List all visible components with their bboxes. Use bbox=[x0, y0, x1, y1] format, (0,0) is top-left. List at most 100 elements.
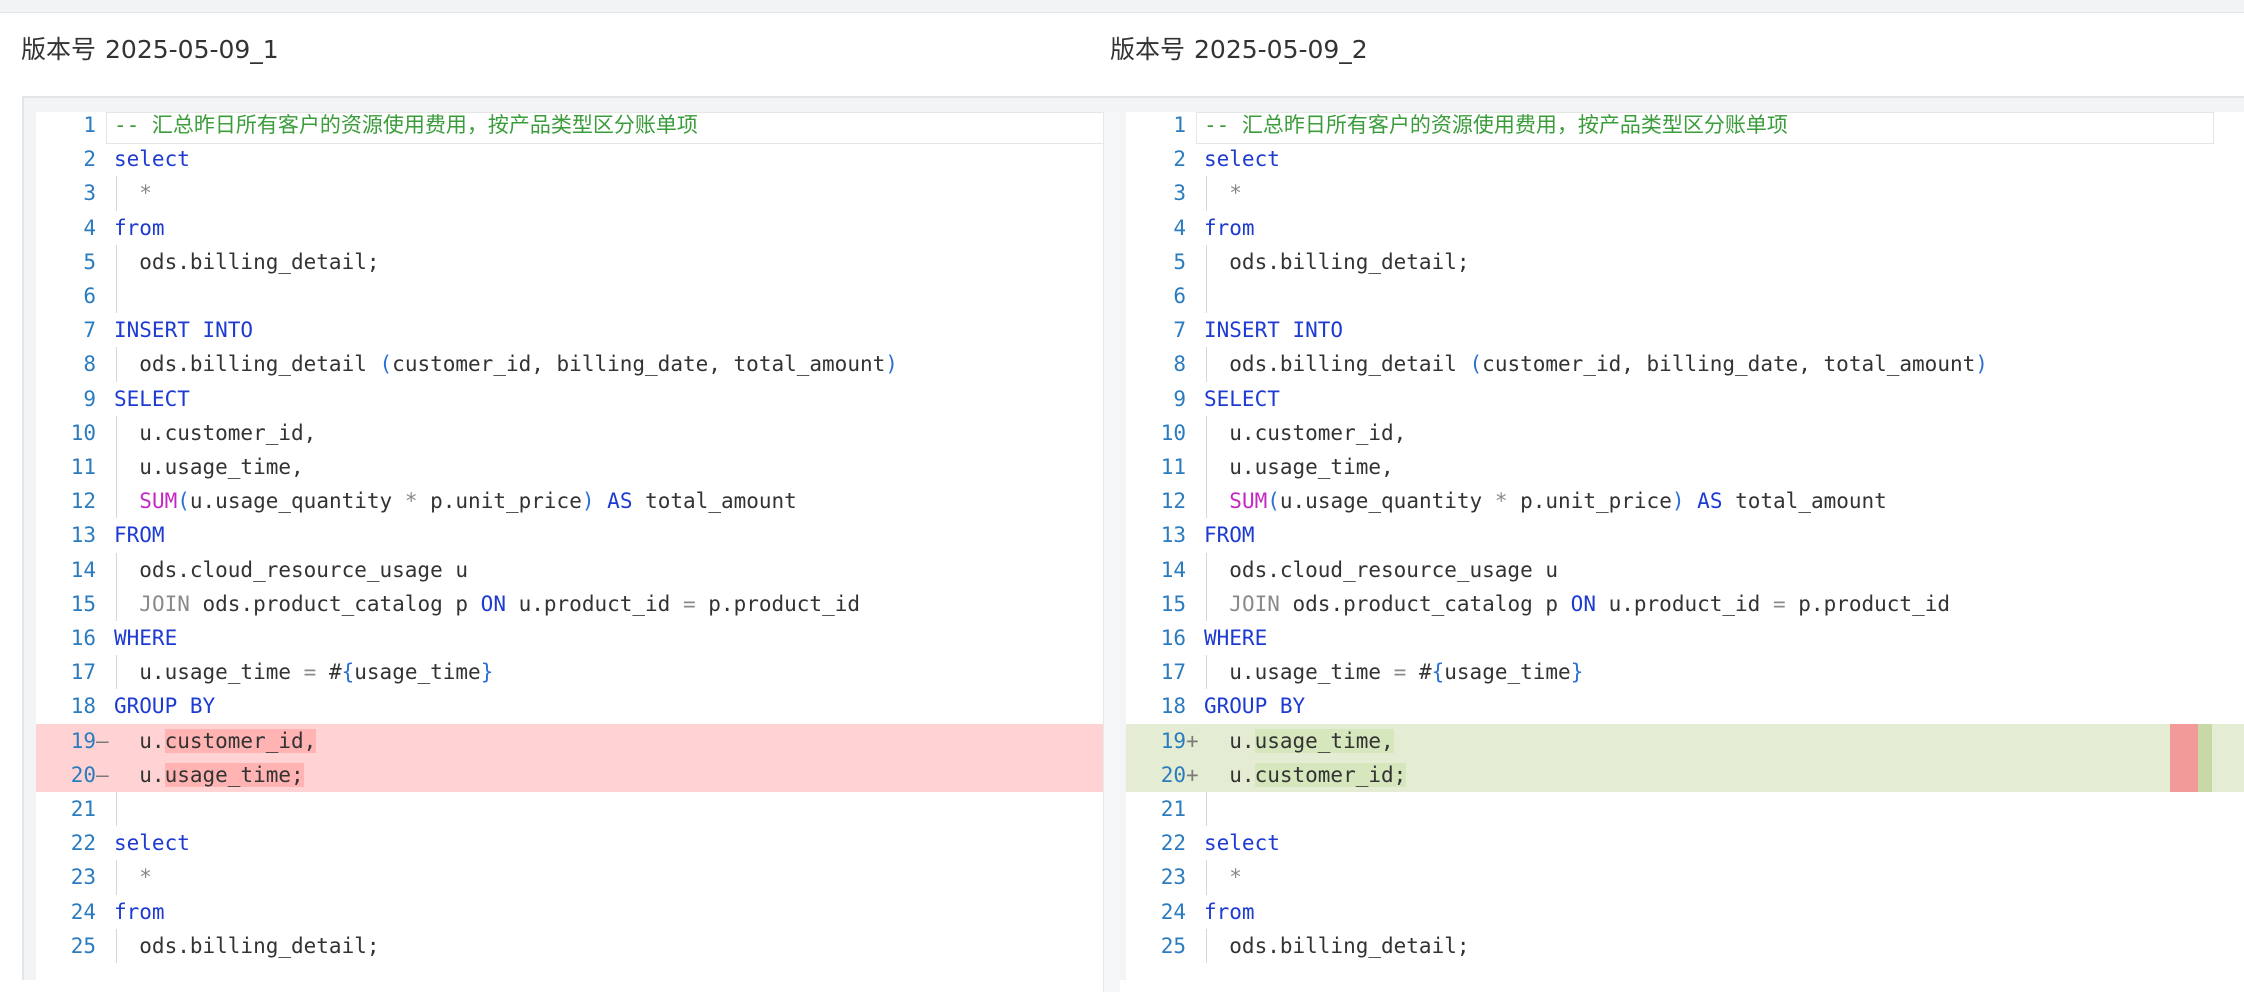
line-number: 24 bbox=[70, 899, 96, 924]
code-line: 18 GROUP BY bbox=[1126, 689, 2244, 723]
top-bar bbox=[0, 0, 2244, 13]
line-number: 20 bbox=[70, 762, 96, 787]
code-token: u.usage_time bbox=[114, 660, 304, 685]
code-token: ods.product_catalog p bbox=[189, 591, 481, 616]
code-token: usage_time bbox=[1444, 660, 1571, 685]
code-text: from bbox=[114, 895, 165, 929]
code-token: select bbox=[1204, 147, 1280, 172]
code-token: ods.billing_detail; bbox=[1204, 933, 1470, 958]
code-line: 25 ods.billing_detail; bbox=[1126, 928, 2244, 963]
code-text: ods.cloud_resource_usage u bbox=[114, 553, 468, 587]
code-line: 9 SELECT bbox=[36, 382, 1120, 416]
code-line: 13 FROM bbox=[36, 518, 1120, 552]
right-version-value: 2025-05-09_2 bbox=[1194, 35, 1368, 64]
code-text: select bbox=[114, 142, 190, 176]
code-line: 15 JOIN ods.product_catalog p ON u.produ… bbox=[36, 586, 1120, 621]
line-number: 20 bbox=[1160, 762, 1186, 787]
line-number: 16 bbox=[1160, 626, 1186, 650]
line-number: 9 bbox=[1173, 386, 1186, 411]
code-token: u.usage_quantity bbox=[189, 489, 405, 514]
code-token: p.product_id bbox=[1785, 591, 1951, 616]
line-number: 18 bbox=[70, 694, 96, 719]
code-token: SELECT bbox=[1204, 386, 1280, 411]
code-token: u.product_id bbox=[505, 591, 683, 616]
code-text: u.usage_time = #{usage_time} bbox=[1204, 655, 1583, 689]
line-number: 2 bbox=[83, 147, 96, 172]
line-number: 25 bbox=[1160, 933, 1186, 958]
code-token: FROM bbox=[114, 523, 165, 548]
code-token: customer_id, bbox=[164, 728, 317, 753]
code-token: INSERT INTO bbox=[1204, 318, 1344, 343]
code-line: 19— u.customer_id, bbox=[36, 723, 1120, 758]
code-token: JOIN bbox=[1229, 591, 1280, 616]
left-version-label: 版本号 bbox=[21, 35, 97, 64]
code-text: u.customer_id, bbox=[114, 416, 316, 450]
code-token: INSERT INTO bbox=[114, 318, 254, 343]
code-line: 2 select bbox=[1126, 142, 2244, 176]
code-line: 7 INSERT INTO bbox=[36, 313, 1120, 347]
code-line: 14 ods.cloud_resource_usage u bbox=[36, 552, 1120, 587]
code-token: ods.billing_detail bbox=[1204, 352, 1470, 377]
code-token: from bbox=[114, 215, 165, 240]
code-token: * bbox=[1494, 489, 1508, 514]
right-code-pane[interactable]: 1 -- 汇总昨日所有客户的资源使用费用，按产品类型区分账单项 2 select 3 *… bbox=[1126, 112, 2244, 992]
code-line: 10 u.customer_id, bbox=[36, 415, 1120, 450]
left-code-pane[interactable]: 1 -- 汇总昨日所有客户的资源使用费用，按产品类型区分账单项 2 select 3 *… bbox=[36, 112, 1120, 992]
diff-overview-added-marker[interactable] bbox=[2198, 723, 2212, 792]
line-number: 21 bbox=[1160, 797, 1186, 821]
code-text: from bbox=[114, 211, 165, 245]
code-text: ods.billing_detail (customer_id, billing… bbox=[1204, 347, 1988, 381]
code-text: ods.billing_detail; bbox=[114, 245, 379, 279]
code-token: WHERE bbox=[1204, 626, 1268, 650]
code-line: 9 SELECT bbox=[1126, 382, 2244, 416]
line-number: 9 bbox=[83, 386, 96, 411]
code-line: 1 -- 汇总昨日所有客户的资源使用费用，按产品类型区分账单项 bbox=[1126, 112, 2244, 142]
code-token: ) bbox=[1671, 489, 1685, 514]
line-number: 12 bbox=[70, 489, 96, 514]
code-token: ON bbox=[1570, 591, 1596, 616]
line-number: 2 bbox=[1173, 147, 1186, 172]
code-line: 8 ods.billing_detail (customer_id, billi… bbox=[36, 347, 1120, 382]
code-line: 12 SUM(u.usage_quantity * p.unit_price) … bbox=[36, 484, 1120, 519]
code-line: 25 ods.billing_detail; bbox=[36, 928, 1120, 963]
indent-guide bbox=[1206, 792, 1207, 827]
line-number: 10 bbox=[1160, 420, 1186, 445]
line-number: 8 bbox=[83, 352, 96, 377]
code-token: ) bbox=[885, 352, 898, 377]
line-number: 15 bbox=[1160, 591, 1186, 616]
code-text: SELECT bbox=[114, 382, 190, 416]
code-text: from bbox=[1204, 895, 1255, 929]
code-token: GROUP BY bbox=[114, 694, 216, 719]
code-text: u.usage_time = #{usage_time} bbox=[114, 655, 493, 689]
code-text: SUM(u.usage_quantity * p.unit_price) AS … bbox=[1204, 484, 1887, 518]
code-text: SELECT bbox=[1204, 382, 1280, 416]
code-token: = bbox=[303, 660, 317, 685]
code-token: * bbox=[139, 865, 152, 890]
code-line: 21 bbox=[1126, 792, 2244, 827]
code-token: customer_id, billing_date, total_amount bbox=[392, 352, 886, 377]
code-token: } bbox=[1570, 660, 1584, 685]
code-text: JOIN ods.product_catalog p ON u.product_… bbox=[1204, 587, 1950, 621]
code-token: # bbox=[1406, 660, 1432, 685]
code-text: u.usage_time, bbox=[1204, 450, 1393, 484]
line-number: 5 bbox=[1173, 249, 1186, 274]
line-number: 11 bbox=[1160, 455, 1186, 479]
code-line: 11 u.usage_time, bbox=[36, 450, 1120, 485]
line-number: 6 bbox=[83, 284, 96, 308]
left-version-header: 版本号 2025-05-09_1 bbox=[21, 30, 279, 70]
code-token: customer_id, billing_date, total_amount bbox=[1482, 352, 1976, 377]
left-pane-scrollbar[interactable] bbox=[1103, 112, 1120, 992]
code-token: ( bbox=[379, 352, 393, 377]
code-text: u.usage_time, bbox=[1204, 724, 1394, 758]
code-text: WHERE bbox=[1204, 621, 1267, 655]
code-line: 21 bbox=[36, 792, 1120, 827]
code-text: SUM(u.usage_quantity * p.unit_price) AS … bbox=[114, 484, 797, 518]
code-text: GROUP BY bbox=[1204, 689, 1305, 723]
code-token: FROM bbox=[1204, 523, 1255, 548]
diff-overview-removed-marker[interactable] bbox=[2170, 723, 2198, 792]
code-token: -- 汇总昨日所有客户的资源使用费用，按产品类型区分账单项 bbox=[114, 113, 698, 137]
code-token: ods.billing_detail; bbox=[1204, 249, 1470, 274]
code-token: from bbox=[1204, 899, 1255, 924]
